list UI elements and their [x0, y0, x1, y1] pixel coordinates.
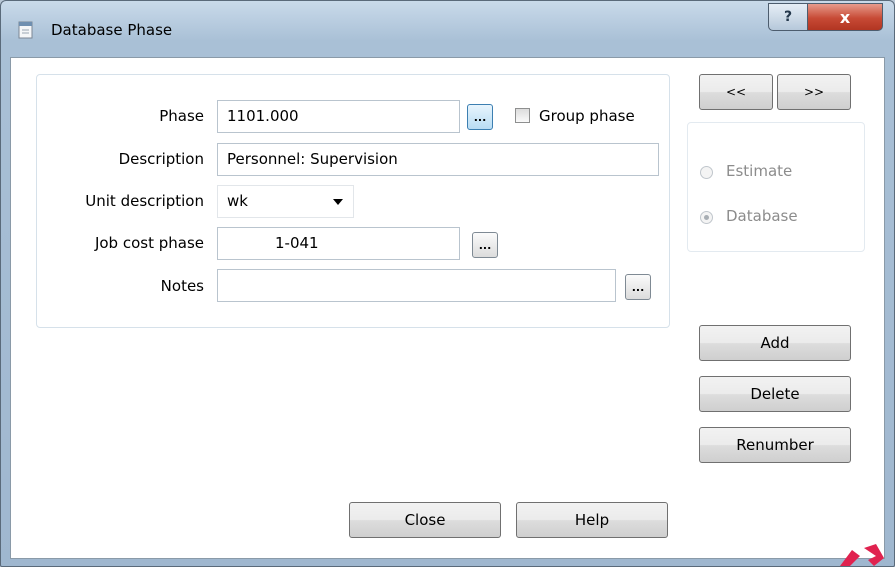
next-record-button[interactable]: >> [777, 74, 851, 110]
next-label: >> [803, 85, 825, 99]
title-bar[interactable]: Database Phase ? x [1, 1, 894, 57]
chevron-down-icon[interactable] [333, 199, 343, 205]
phase-browse-button[interactable]: ... [467, 104, 493, 130]
renumber-label: Renumber [736, 436, 814, 454]
window-title: Database Phase [51, 21, 173, 39]
previous-label: << [725, 85, 747, 99]
dialog-body: Phase 1101.000 ... Group phase Descripti… [10, 57, 885, 559]
phase-label: Phase [159, 107, 204, 125]
description-label: Description [118, 150, 204, 168]
dialog-window: Database Phase ? x Phase 1101.000 ... Gr… [0, 0, 895, 567]
title-close-button[interactable]: x [807, 3, 883, 31]
job-cost-phase-field[interactable]: 1-041 [217, 227, 460, 260]
delete-label: Delete [750, 385, 800, 403]
database-radio [700, 211, 713, 224]
ellipsis-icon: ... [473, 111, 487, 124]
description-field[interactable]: Personnel: Supervision [217, 143, 659, 176]
database-label: Database [726, 207, 798, 225]
previous-record-button[interactable]: << [699, 74, 773, 110]
close-label: Close [404, 511, 446, 529]
notes-browse-button[interactable]: ... [625, 274, 651, 300]
job-cost-phase-value: 1-041 [275, 234, 319, 252]
notes-field[interactable] [217, 269, 616, 302]
brand-logo-icon [840, 544, 884, 566]
add-label: Add [760, 334, 790, 352]
delete-button[interactable]: Delete [699, 376, 851, 412]
phase-field[interactable]: 1101.000 [217, 100, 460, 133]
ellipsis-icon: ... [478, 239, 492, 252]
job-cost-phase-label: Job cost phase [94, 234, 204, 252]
notes-label: Notes [160, 277, 204, 295]
help-label: Help [574, 511, 610, 529]
help-icon: ? [783, 9, 793, 25]
unit-description-label: Unit description [85, 192, 204, 210]
group-phase-checkbox[interactable] [515, 108, 530, 123]
mode-group [687, 122, 865, 252]
estimate-label: Estimate [726, 162, 793, 180]
renumber-button[interactable]: Renumber [699, 427, 851, 463]
estimate-radio [700, 166, 713, 179]
title-help-button[interactable]: ? [768, 3, 808, 31]
help-button[interactable]: Help [516, 502, 668, 538]
group-phase-label[interactable]: Group phase [539, 107, 635, 125]
job-cost-browse-button[interactable]: ... [472, 232, 498, 258]
add-button[interactable]: Add [699, 325, 851, 361]
ellipsis-icon: ... [631, 281, 645, 294]
unit-description-select[interactable]: wk [217, 185, 354, 218]
close-button[interactable]: Close [349, 502, 501, 538]
unit-description-value: wk [227, 192, 248, 210]
document-icon [18, 21, 33, 39]
close-icon: x [839, 7, 851, 27]
